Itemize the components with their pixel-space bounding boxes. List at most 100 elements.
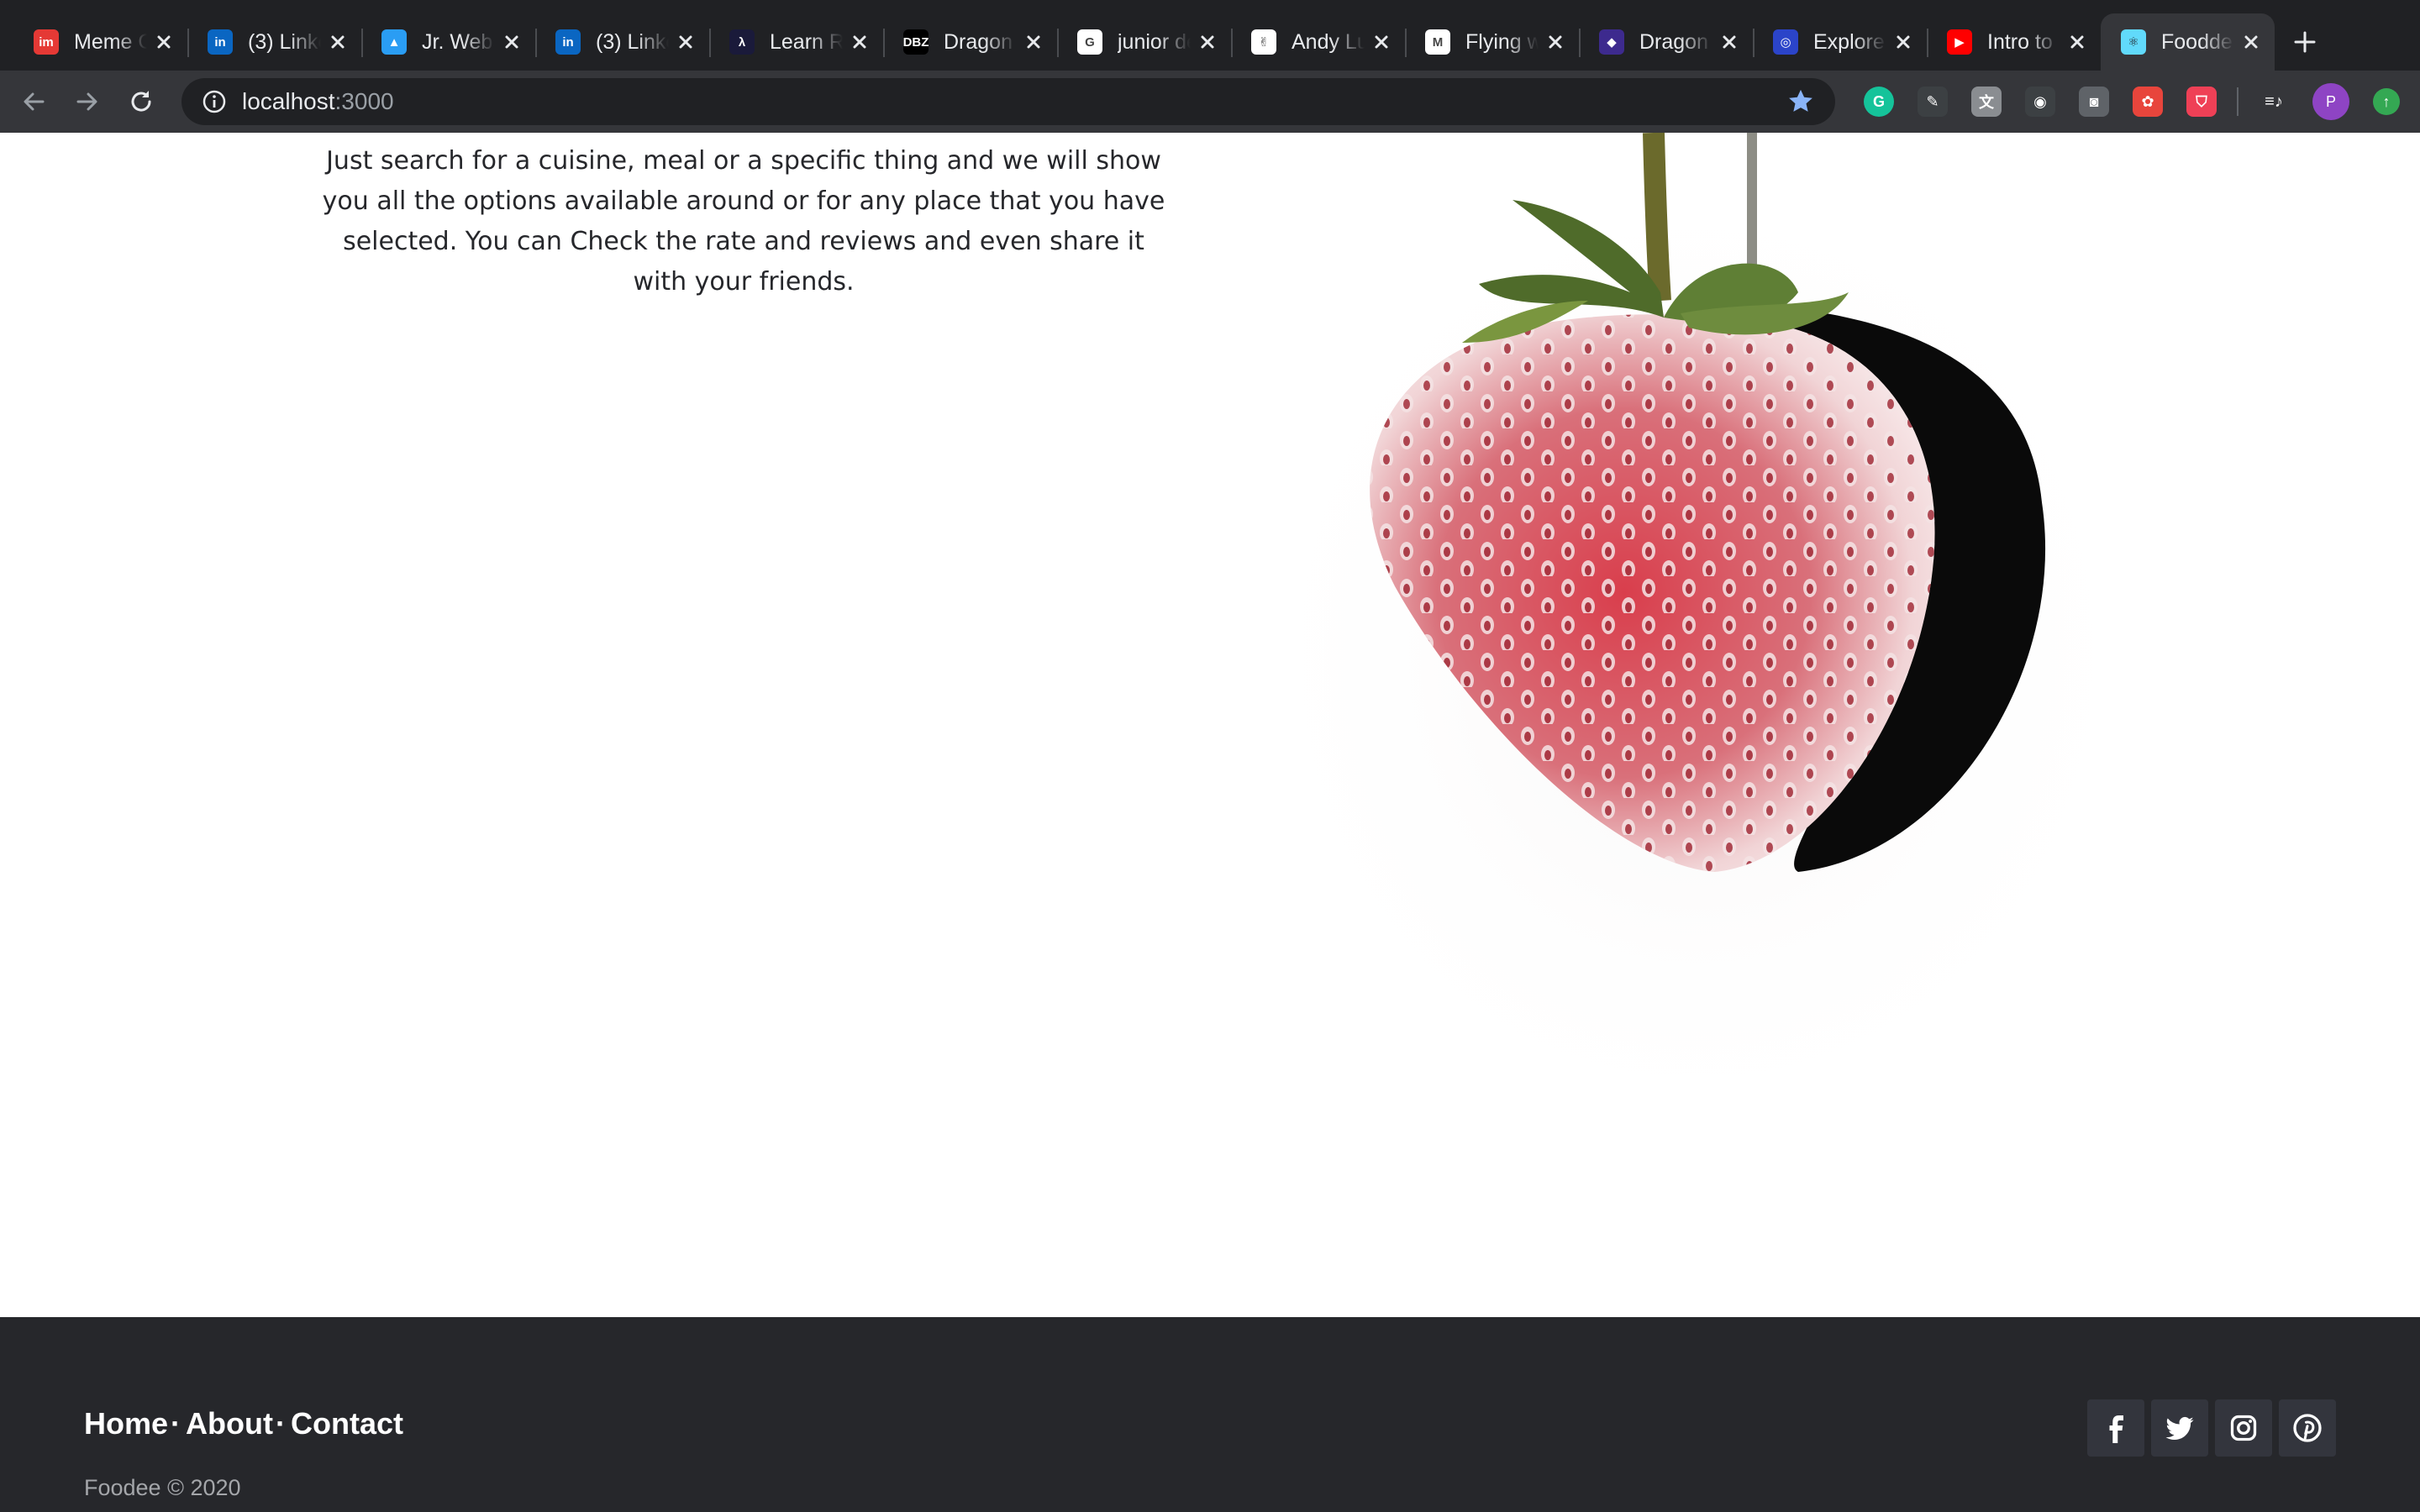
tab-title: Intro to: [1987, 29, 2053, 54]
linkedin-icon: in: [555, 29, 581, 55]
tab-0[interactable]: im Meme Generator: [13, 13, 187, 71]
close-icon[interactable]: [326, 30, 350, 54]
social-links: [2081, 1399, 2336, 1457]
tab-8[interactable]: M Flying with: [1405, 13, 1579, 71]
tab-title: Dragon Ball: [1639, 29, 1712, 54]
strawberry-image: [1227, 133, 2168, 1158]
tab-title: Jr. Web Developer: [422, 29, 495, 54]
bookmark-star-icon[interactable]: [1786, 87, 1815, 116]
plus-icon: [2294, 31, 2316, 53]
close-icon[interactable]: [848, 30, 871, 54]
gmail-icon: M: [1425, 29, 1450, 55]
tab-9[interactable]: ◆ Dragon Ball: [1579, 13, 1753, 71]
grammarly-icon[interactable]: G: [1864, 87, 1894, 117]
intro-text: Just search for a cuisine, meal or a spe…: [322, 146, 1165, 297]
extensions-bar: G ✎ 文 ◉ ◙ ✿ ⛉ ≡♪ P ↑: [1852, 83, 2412, 120]
instagram-link[interactable]: [2215, 1399, 2272, 1457]
forward-button[interactable]: [67, 81, 108, 122]
facebook-link[interactable]: [2087, 1399, 2144, 1457]
pinterest-link[interactable]: [2279, 1399, 2336, 1457]
tab-12[interactable]: ⚛ Foodde: [2101, 13, 2275, 71]
tab-11[interactable]: ▶ Intro to: [1927, 13, 2101, 71]
toolbar-divider: [2237, 87, 2238, 116]
reload-icon: [131, 91, 151, 112]
link-separator: ·: [171, 1406, 182, 1441]
url-text: localhost:3000: [242, 88, 394, 115]
url-port: :3000: [334, 88, 394, 114]
tab-6[interactable]: Gjunior developer: [1057, 13, 1231, 71]
tab-title: Flying with: [1465, 29, 1539, 54]
tab-title: (3) LinkedIn: [248, 29, 321, 54]
footer-link-contact[interactable]: Contact: [291, 1406, 403, 1441]
dbz-icon: DBZ: [903, 29, 929, 55]
new-tab-button[interactable]: [2280, 13, 2330, 71]
pinterest-icon: [2293, 1414, 2322, 1442]
update-icon[interactable]: ↑: [2373, 88, 2400, 115]
close-icon[interactable]: [1370, 30, 1393, 54]
footer-link-home[interactable]: Home: [84, 1406, 168, 1441]
footer: Home · About · Contact Foodee © 2020: [0, 1317, 2420, 1512]
tab-title: Dragon Ball Z: [944, 29, 1017, 54]
reload-button[interactable]: [121, 81, 161, 122]
close-icon[interactable]: [674, 30, 697, 54]
close-icon[interactable]: [1022, 30, 1045, 54]
tab-1[interactable]: in (3) LinkedIn: [187, 13, 361, 71]
address-bar[interactable]: localhost:3000: [182, 78, 1835, 125]
instagram-icon: [2230, 1415, 2257, 1441]
close-icon[interactable]: [2065, 30, 2089, 54]
gift-extension-icon[interactable]: ✿: [2133, 87, 2163, 117]
twitter-icon: [2165, 1416, 2194, 1440]
tab-title: junior developer: [1118, 29, 1191, 54]
imgflip-icon: im: [34, 29, 59, 55]
pocket-extension-icon[interactable]: ⛉: [2186, 87, 2217, 117]
robot-extension-icon[interactable]: ◙: [2079, 87, 2109, 117]
tab-title: Explore: [1813, 29, 1885, 54]
tab-strip: im Meme Generator in (3) LinkedIn ▲ Jr. Web D…: [0, 0, 2420, 71]
scrimba-icon: λ: [729, 29, 755, 55]
close-icon[interactable]: [1196, 30, 1219, 54]
linkedin-icon: in: [208, 29, 233, 55]
profile-avatar[interactable]: P: [2312, 83, 2349, 120]
tab-title: Learn React: [770, 29, 843, 54]
copyright-text: Foodee © 2020: [84, 1475, 241, 1500]
explore-icon: ◎: [1773, 29, 1798, 55]
tab-3[interactable]: in (3) LinkedIn: [535, 13, 709, 71]
page-viewport: Just search for a cuisine, meal or a spe…: [0, 133, 2420, 1512]
tab-title: Meme Generator: [74, 29, 147, 54]
victory-hand-icon: ✌: [1251, 29, 1276, 55]
media-control-icon[interactable]: ≡♪: [2259, 87, 2289, 117]
tab-10[interactable]: ◎ Explore: [1753, 13, 1927, 71]
footer-link-about[interactable]: About: [186, 1406, 273, 1441]
tab-title: (3) LinkedIn: [596, 29, 669, 54]
close-icon[interactable]: [2239, 30, 2263, 54]
close-icon[interactable]: [152, 30, 176, 54]
close-icon[interactable]: [1718, 30, 1741, 54]
facebook-icon: [2109, 1415, 2123, 1443]
close-icon[interactable]: [1891, 30, 1915, 54]
link-separator: ·: [276, 1406, 286, 1441]
tab-7[interactable]: ✌ Andy Lu: [1231, 13, 1405, 71]
glasses-extension-icon[interactable]: ◉: [2025, 87, 2055, 117]
info-icon[interactable]: [202, 89, 227, 114]
twitter-link[interactable]: [2151, 1399, 2208, 1457]
youtube-icon: ▶: [1947, 29, 1972, 55]
browser-toolbar: localhost:3000 G ✎ 文 ◉ ◙ ✿ ⛉ ≡♪ P ↑: [0, 71, 2420, 133]
tab-title: Andy Lu: [1292, 29, 1365, 54]
google-icon: G: [1077, 29, 1102, 55]
tab-title: Foodde: [2161, 29, 2233, 54]
arrow-right-icon: [76, 92, 97, 111]
tab-5[interactable]: DBZ Dragon Ball Z: [883, 13, 1057, 71]
dragon-icon: ◆: [1599, 29, 1624, 55]
footer-nav: Home · About · Contact: [84, 1406, 403, 1441]
close-icon[interactable]: [500, 30, 523, 54]
react-icon: ⚛: [2121, 29, 2146, 55]
url-host: localhost: [242, 88, 335, 114]
close-icon[interactable]: [1544, 30, 1567, 54]
translate-extension-icon[interactable]: 文: [1971, 87, 2002, 117]
pen-extension-icon[interactable]: ✎: [1918, 87, 1948, 117]
tab-2[interactable]: ▲ Jr. Web Developer: [361, 13, 535, 71]
tab-4[interactable]: λ Learn React: [709, 13, 883, 71]
back-button[interactable]: [13, 81, 54, 122]
zero-to-mastery-icon: ▲: [381, 29, 407, 55]
arrow-left-icon: [24, 92, 45, 111]
